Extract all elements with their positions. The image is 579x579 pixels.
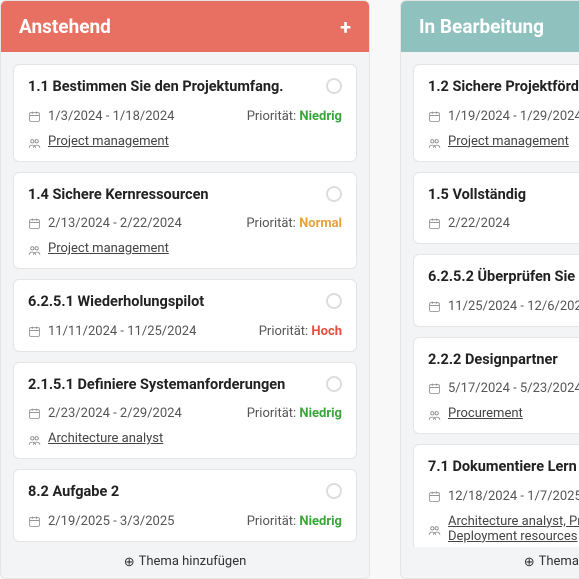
calendar-icon	[28, 407, 41, 420]
task-card[interactable]: 2.2.2 Designpartner 5/17/2024 - 5/23/2024…	[413, 337, 579, 435]
task-dates: 2/19/2025 - 3/3/2025	[48, 514, 174, 529]
task-title: 1.1 Bestimmen Sie den Projektumfang.	[28, 77, 283, 97]
priority-label: Priorität:	[247, 109, 300, 124]
users-icon	[28, 135, 41, 148]
task-card[interactable]: 1.5 Vollständig 2/22/2024	[413, 172, 579, 245]
calendar-icon	[428, 110, 441, 123]
assignees-link[interactable]: Project management	[448, 134, 569, 149]
priority-value: Normal	[299, 216, 342, 231]
task-dates: 5/17/2024 - 5/23/2024	[448, 381, 579, 396]
assignees-link[interactable]: Project management	[48, 241, 169, 256]
priority-value: Niedrig	[299, 514, 342, 529]
task-title: 1.2 Sichere Projektförderung	[428, 77, 579, 97]
add-topic-button[interactable]: ⊕ Thema hinzufügen	[1, 547, 369, 578]
task-card[interactable]: 6.2.5.2 Überprüfen Sie 11/25/2024 - 12/6/…	[413, 254, 579, 327]
users-icon	[428, 135, 441, 148]
users-icon	[28, 432, 41, 445]
column-body: 1.1 Bestimmen Sie den Projektumfang. 1/3/…	[1, 52, 369, 578]
task-card[interactable]: 1.2 Sichere Projektförderung 1/19/2024 - …	[413, 64, 579, 162]
task-card[interactable]: 1.1 Bestimmen Sie den Projektumfang. 1/3/…	[13, 64, 357, 162]
calendar-icon	[428, 382, 441, 395]
status-circle-icon[interactable]	[326, 186, 342, 202]
assignees-link[interactable]: Architecture analyst	[48, 431, 163, 446]
task-card[interactable]: 6.2.5.1 Wiederholungspilot 11/11/2024 - 1…	[13, 279, 357, 352]
task-title: 6.2.5.2 Überprüfen Sie	[428, 267, 575, 287]
calendar-icon	[28, 325, 41, 338]
status-circle-icon[interactable]	[326, 376, 342, 392]
calendar-icon	[428, 300, 441, 313]
calendar-icon	[28, 110, 41, 123]
add-card-icon[interactable]: +	[340, 17, 351, 37]
task-card[interactable]: 1.4 Sichere Kernressourcen 2/13/2024 - 2/…	[13, 172, 357, 270]
add-topic-button[interactable]: ⊕ Thema hinzufügen	[401, 547, 579, 578]
task-dates: 2/23/2024 - 2/29/2024	[48, 406, 182, 421]
task-dates: 11/25/2024 - 12/6/2024	[448, 299, 579, 314]
status-circle-icon[interactable]	[326, 78, 342, 94]
task-dates: 12/18/2024 - 1/7/2025	[448, 489, 579, 504]
task-title: 8.2 Aufgabe 2	[28, 482, 119, 502]
users-icon	[428, 407, 441, 420]
task-title: 2.1.5.1 Definiere Systemanforderungen	[28, 375, 285, 395]
task-card[interactable]: 8.2 Aufgabe 2 2/19/2025 - 3/3/2025 Priorit…	[13, 469, 357, 542]
kanban-column: Anstehend +1.1 Bestimmen Sie den Projektu…	[0, 0, 370, 579]
status-circle-icon[interactable]	[326, 293, 342, 309]
calendar-icon	[28, 515, 41, 528]
status-circle-icon[interactable]	[326, 483, 342, 499]
kanban-column: In Bearbeitung+ 1.2 Sichere Projektförder…	[400, 0, 579, 579]
task-title: 1.4 Sichere Kernressourcen	[28, 185, 209, 205]
assignees-link[interactable]: Architecture analyst, Project management…	[448, 514, 579, 544]
calendar-icon	[428, 490, 441, 503]
plus-circle-icon: ⊕	[124, 555, 135, 570]
task-title: 7.1 Dokumentiere Lern	[428, 457, 577, 477]
priority-value: Niedrig	[299, 109, 342, 124]
column-title: In Bearbeitung	[419, 15, 544, 38]
calendar-icon	[28, 217, 41, 230]
assignees-link[interactable]: Project management	[48, 134, 169, 149]
priority-value: Hoch	[311, 324, 342, 339]
users-icon	[28, 242, 41, 255]
column-body: 1.2 Sichere Projektförderung 1/19/2024 - …	[401, 52, 579, 578]
task-title: 6.2.5.1 Wiederholungspilot	[28, 292, 204, 312]
task-card[interactable]: 7.1 Dokumentiere Lern 12/18/2024 - 1/7/20…	[413, 444, 579, 557]
priority-value: Niedrig	[299, 406, 342, 421]
column-title: Anstehend	[19, 15, 111, 38]
task-title: 1.5 Vollständig	[428, 185, 526, 205]
task-dates: 1/19/2024 - 1/29/2024	[448, 109, 579, 124]
add-topic-label: Thema hinzufügen	[139, 554, 247, 569]
priority-label: Priorität:	[247, 514, 300, 529]
task-dates: 2/22/2024	[448, 216, 510, 231]
priority-label: Priorität:	[246, 216, 299, 231]
calendar-icon	[428, 217, 441, 230]
priority-label: Priorität:	[247, 406, 300, 421]
column-header: Anstehend +	[1, 1, 369, 52]
assignees-link[interactable]: Procurement	[448, 406, 523, 421]
task-title: 2.2.2 Designpartner	[428, 350, 558, 370]
task-dates: 11/11/2024 - 11/25/2024	[48, 324, 196, 339]
priority-label: Priorität:	[259, 324, 312, 339]
task-dates: 1/3/2024 - 1/18/2024	[48, 109, 174, 124]
users-icon	[428, 522, 441, 535]
task-card[interactable]: 2.1.5.1 Definiere Systemanforderungen 2/2…	[13, 362, 357, 460]
task-dates: 2/13/2024 - 2/22/2024	[48, 216, 182, 231]
plus-circle-icon: ⊕	[524, 555, 535, 570]
column-header: In Bearbeitung+	[401, 1, 579, 52]
add-topic-label: Thema hinzufügen	[539, 554, 579, 569]
